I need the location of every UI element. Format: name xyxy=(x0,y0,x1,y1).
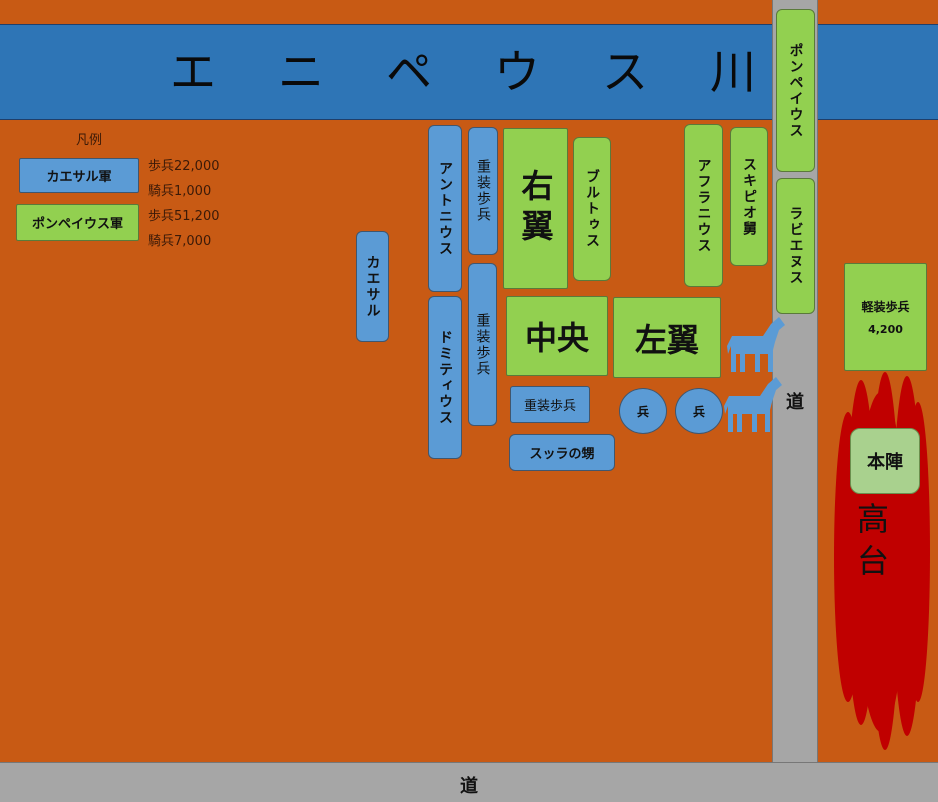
legend-caesar-cavalry: 騎兵1,000 xyxy=(148,184,212,199)
legend-title: 凡例 xyxy=(76,133,103,148)
unit-soldier-1: 兵 xyxy=(619,388,667,434)
unit-center: 中央 xyxy=(506,296,608,376)
unit-headquarters: 本陣 xyxy=(850,428,920,494)
legend-pompey-army: ポンペイウス軍 xyxy=(16,204,139,241)
road-horizontal-label: 道 xyxy=(460,776,478,797)
horse-icon xyxy=(727,317,785,372)
unit-soldier-2: 兵 xyxy=(675,388,723,434)
light-infantry-label: 軽装歩兵 xyxy=(861,300,910,314)
unit-heavy-infantry-1: 重装歩兵 xyxy=(468,127,498,255)
unit-left-wing: 左翼 xyxy=(613,297,721,378)
unit-labienus: ラビエヌス xyxy=(776,178,815,314)
river-title: エニペウス川 xyxy=(170,45,818,99)
legend-pompey-cavalry: 騎兵7,000 xyxy=(148,234,212,249)
unit-light-infantry: 軽装歩兵 4,200 xyxy=(844,263,927,371)
unit-caesar: カエサル xyxy=(356,231,389,342)
light-infantry-count: 4,200 xyxy=(868,323,903,336)
unit-sulla: スッラの甥 xyxy=(509,434,615,471)
unit-heavy-infantry-3: 重装歩兵 xyxy=(510,386,590,423)
unit-brutus: ブルトゥス xyxy=(573,137,611,281)
horse-icon xyxy=(724,377,782,432)
unit-pompeius: ポンペイウス xyxy=(776,9,815,172)
legend-caesar-infantry: 歩兵22,000 xyxy=(148,159,220,174)
unit-afranius: アフラニウス xyxy=(684,124,723,287)
unit-scipio: スキピオ舅 xyxy=(730,127,768,266)
unit-right-wing: 右翼 xyxy=(503,128,568,289)
unit-antonius: アントニウス xyxy=(428,125,462,292)
unit-heavy-infantry-2: 重装歩兵 xyxy=(468,263,497,426)
unit-domitius: ドミティウス xyxy=(428,296,462,459)
legend-caesar-army: カエサル軍 xyxy=(19,158,139,193)
hill-label: 高台 xyxy=(852,502,890,586)
legend-pompey-infantry: 歩兵51,200 xyxy=(148,209,220,224)
